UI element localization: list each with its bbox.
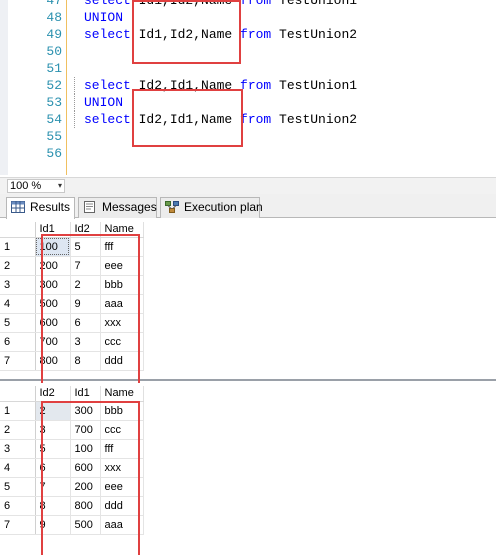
- code-line: 52 select Id2,Id1,Name from TestUnion1: [0, 77, 496, 94]
- code-line: 53 UNION: [0, 94, 496, 111]
- line-number: 55: [46, 129, 62, 144]
- tab-label: Results: [30, 200, 71, 214]
- sql-editor[interactable]: 47 select Id1,Id2,Name from TestUnion1 48 U…: [0, 0, 496, 175]
- grid-icon: [11, 200, 25, 213]
- code-line: 49 select Id1,Id2,Name from TestUnion2: [0, 26, 496, 43]
- code-text: UNION: [74, 94, 123, 111]
- line-number: 50: [46, 44, 62, 59]
- row-number[interactable]: 5: [0, 313, 36, 333]
- sql-keyword: select: [84, 27, 131, 42]
- row-number[interactable]: 5: [0, 477, 36, 497]
- results-tabs: Results Messages Execution plan: [0, 194, 496, 219]
- sql-keyword: from: [240, 27, 272, 42]
- row-number[interactable]: 4: [0, 294, 36, 314]
- sql-text: TestUnion2: [271, 27, 358, 42]
- result-grid-1[interactable]: Id1 Id2 Name 1 100 5 fff 2 200 7 eee 3 300 2 bbb 4 50…: [0, 219, 496, 393]
- sql-keyword: UNION: [84, 10, 124, 25]
- messages-icon: [83, 200, 97, 213]
- tab-label: Messages: [102, 200, 157, 214]
- line-number: 53: [46, 95, 62, 110]
- highlight-box: [132, 0, 241, 64]
- highlight-box: [41, 234, 140, 393]
- sql-keyword: UNION: [84, 95, 124, 110]
- code-line: 48 UNION: [0, 9, 496, 26]
- sql-keyword: from: [240, 112, 272, 127]
- row-number[interactable]: 2: [0, 420, 36, 440]
- row-number[interactable]: 4: [0, 458, 36, 478]
- sql-text: TestUnion2: [271, 112, 358, 127]
- row-number[interactable]: 7: [0, 515, 36, 535]
- highlight-box: [132, 89, 243, 147]
- line-number: 48: [46, 10, 62, 25]
- row-number[interactable]: 3: [0, 275, 36, 295]
- row-number[interactable]: 7: [0, 351, 36, 371]
- line-number: 49: [46, 27, 62, 42]
- result-grid-2[interactable]: Id2 Id1 Name 1 2 300 bbb 2 3 700 ccc 3 5 100 fff 4 6 6…: [0, 383, 496, 555]
- row-number[interactable]: 6: [0, 496, 36, 516]
- sql-keyword: from: [240, 0, 272, 8]
- line-number: 47: [46, 0, 62, 8]
- zoom-select[interactable]: 100 % ▾: [7, 179, 65, 193]
- zoom-value: 100 %: [10, 180, 42, 192]
- code-line: 54 select Id2,Id1,Name from TestUnion2: [0, 111, 496, 128]
- line-number: 54: [46, 112, 62, 127]
- sql-text: TestUnion1: [271, 78, 358, 93]
- row-header-corner[interactable]: [0, 222, 36, 238]
- sql-keyword: select: [84, 0, 131, 8]
- chevron-down-icon: ▾: [57, 181, 62, 190]
- row-number[interactable]: 1: [0, 237, 36, 257]
- sql-keyword: select: [84, 112, 131, 127]
- execution-plan-icon: [165, 200, 179, 213]
- horizontal-scrollbar[interactable]: [70, 181, 490, 191]
- column-header[interactable]: Id1: [70, 386, 101, 402]
- tab-execution-plan[interactable]: Execution plan: [160, 197, 263, 218]
- tab-messages[interactable]: Messages: [78, 197, 157, 218]
- code-line: 50: [0, 43, 496, 60]
- code-text: UNION: [84, 9, 123, 26]
- row-number[interactable]: 1: [0, 401, 36, 421]
- line-number: 51: [46, 61, 62, 76]
- code-line: 56: [0, 145, 496, 162]
- line-number: 52: [46, 78, 62, 93]
- line-number: 56: [46, 146, 62, 161]
- tab-label: Execution plan: [184, 200, 263, 214]
- table-header-row: Id2 Id1 Name: [0, 386, 144, 402]
- row-header-corner[interactable]: [0, 386, 36, 402]
- code-line: 55: [0, 128, 496, 145]
- tab-results[interactable]: Results: [6, 197, 75, 219]
- code-line: 47 select Id1,Id2,Name from TestUnion1: [0, 0, 496, 9]
- sql-text: TestUnion1: [271, 0, 358, 8]
- sql-keyword: from: [240, 78, 272, 93]
- zoom-bar: 100 % ▾: [0, 177, 496, 194]
- row-number[interactable]: 2: [0, 256, 36, 276]
- code-line: 51: [0, 60, 496, 77]
- row-number[interactable]: 3: [0, 439, 36, 459]
- column-header[interactable]: Id2: [35, 386, 71, 402]
- column-header[interactable]: Name: [100, 386, 144, 402]
- row-number[interactable]: 6: [0, 332, 36, 352]
- highlight-box: [41, 401, 140, 555]
- sql-keyword: select: [84, 78, 131, 93]
